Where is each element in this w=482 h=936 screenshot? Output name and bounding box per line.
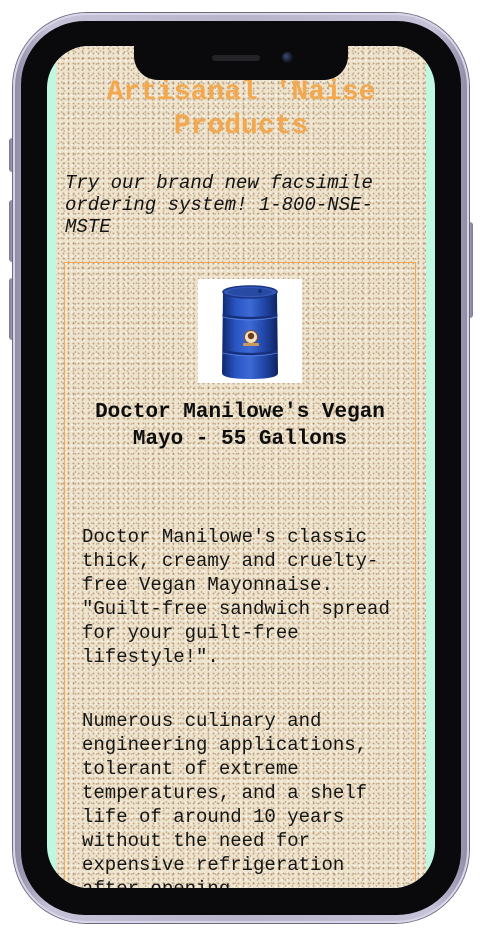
product-card[interactable]: Doctor Manilowe's Vegan Mayo - 55 Gallon…: [64, 262, 416, 888]
product-name[interactable]: Doctor Manilowe's Vegan Mayo - 55 Gallon…: [65, 399, 415, 453]
site-title: Artisanal 'Naise Products: [106, 77, 376, 142]
promo-text: Try our brand new facsimile ordering sys…: [65, 172, 373, 238]
speaker-grille: [212, 55, 260, 61]
phone-notch: [134, 46, 348, 80]
web-page[interactable]: Artisanal 'Naise Products Try our brand …: [56, 46, 426, 888]
phone-screen[interactable]: Artisanal 'Naise Products Try our brand …: [47, 46, 435, 888]
front-camera-icon: [282, 52, 293, 63]
product-image[interactable]: [198, 279, 302, 383]
product-description: Doctor Manilowe's classic thick, creamy …: [82, 526, 390, 668]
product-details: Numerous culinary and engineering applic…: [82, 710, 368, 888]
blue-barrel-image: [222, 285, 278, 379]
